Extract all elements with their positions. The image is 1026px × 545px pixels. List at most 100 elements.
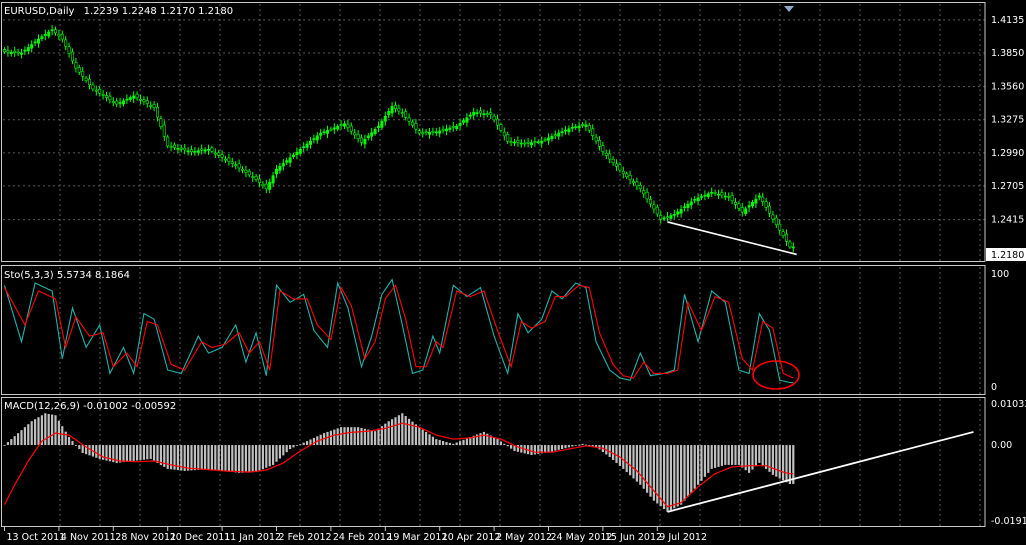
candle-body xyxy=(771,214,775,220)
macd-histogram-bar xyxy=(149,445,152,459)
candle-body xyxy=(230,161,234,164)
macd-histogram-bar xyxy=(122,445,125,463)
candle-body xyxy=(339,124,343,127)
candle-body xyxy=(781,231,785,237)
candle-body xyxy=(156,106,160,118)
macd-histogram-bar xyxy=(642,445,645,489)
candle-body xyxy=(139,98,143,101)
macd-histogram-bar xyxy=(703,445,706,477)
price-tick-label: 1.3850 xyxy=(991,48,1024,59)
macd-histogram-bar xyxy=(561,445,564,450)
candle-body xyxy=(727,196,731,198)
macd-histogram-bar xyxy=(227,445,230,472)
candle-body xyxy=(393,105,397,109)
candle-body xyxy=(475,112,479,114)
macd-histogram-bar xyxy=(329,430,332,446)
candle-body xyxy=(101,94,105,96)
candle-body xyxy=(278,165,282,171)
candle-body xyxy=(241,168,245,171)
macd-histogram-bar xyxy=(666,445,669,512)
candle-body xyxy=(621,170,625,175)
candle-body xyxy=(791,246,795,249)
candle-body xyxy=(261,183,265,187)
candle-body xyxy=(176,148,180,150)
candle-body xyxy=(529,142,533,146)
macd-histogram-bar xyxy=(503,443,506,446)
candle-body xyxy=(274,168,278,175)
macd-histogram-bar xyxy=(788,445,791,485)
macd-histogram-bar xyxy=(700,445,703,481)
candle-body xyxy=(308,140,312,145)
candle-body xyxy=(207,149,211,151)
macd-histogram-bar xyxy=(234,445,237,473)
current-price-label: 1.2180 xyxy=(991,250,1024,261)
candle-body xyxy=(757,195,761,198)
candle-body xyxy=(472,111,476,116)
macd-histogram-bar xyxy=(357,427,360,446)
macd-histogram-bar xyxy=(193,445,196,471)
macd-histogram-bar xyxy=(428,434,431,446)
candle-body xyxy=(169,146,173,148)
macd-histogram-bar xyxy=(136,445,139,461)
candle-body xyxy=(183,147,187,151)
candle-body xyxy=(716,193,720,196)
macd-histogram-bar xyxy=(775,445,778,477)
candle-body xyxy=(71,51,75,62)
candle-body xyxy=(706,193,710,198)
candle-body xyxy=(288,157,292,163)
time-tick-label: 11 Jan 2012 xyxy=(224,532,281,543)
candle-body xyxy=(312,138,316,140)
macd-histogram-bar xyxy=(255,445,258,473)
macd-title: MACD(12,26,9) -0.01002 -0.00592 xyxy=(4,401,176,412)
candle-body xyxy=(553,134,557,136)
candle-body xyxy=(519,142,523,145)
candle-body xyxy=(580,124,584,126)
candle-body xyxy=(710,192,714,194)
candle-body xyxy=(53,29,57,34)
macd-histogram-bar xyxy=(197,445,200,470)
macd-histogram-bar xyxy=(10,439,13,446)
macd-histogram-bar xyxy=(3,445,6,446)
chart-terminal[interactable]: EURUSD,Daily 1.2239 1.2248 1.2170 1.2180… xyxy=(0,0,1026,545)
macd-histogram-bar xyxy=(438,440,441,446)
candle-body xyxy=(424,131,428,134)
macd-histogram-bar xyxy=(51,414,54,446)
macd-histogram-bar xyxy=(68,437,71,446)
candle-body xyxy=(6,50,10,53)
price-tick-label: 1.2990 xyxy=(991,148,1024,159)
candle-body xyxy=(159,118,163,127)
macd-histogram-bar xyxy=(397,415,400,446)
candle-body xyxy=(302,146,306,148)
macd-histogram-bar xyxy=(272,445,275,465)
candle-body xyxy=(597,140,601,147)
candle-body xyxy=(410,121,414,126)
candle-body xyxy=(271,175,275,184)
macd-histogram-bar xyxy=(462,439,465,446)
macd-histogram-bar xyxy=(30,421,33,446)
candle-body xyxy=(444,128,448,132)
candle-body xyxy=(196,150,200,153)
macd-histogram-bar xyxy=(377,428,380,446)
macd-histogram-bar xyxy=(251,445,254,473)
candle-body xyxy=(672,214,676,216)
candle-body xyxy=(217,152,221,156)
candle-body xyxy=(577,125,581,129)
price-tick-label: 1.2705 xyxy=(991,181,1024,192)
macd-histogram-bar xyxy=(778,445,781,479)
macd-histogram-bar xyxy=(418,427,421,446)
macd-histogram-bar xyxy=(404,416,407,446)
candle-body xyxy=(689,201,693,206)
macd-histogram-bar xyxy=(578,444,581,446)
macd-histogram-bar xyxy=(153,445,156,461)
macd-histogram-bar xyxy=(761,445,764,466)
candle-body xyxy=(115,100,119,105)
macd-histogram-bar xyxy=(275,445,278,462)
time-tick-label: 4 Nov 2011 xyxy=(61,532,116,543)
macd-histogram-bar xyxy=(139,445,142,461)
candle-body xyxy=(676,211,680,215)
price-tick-label: 1.4135 xyxy=(991,15,1024,26)
candle-body xyxy=(584,124,588,127)
macd-histogram-bar xyxy=(125,445,128,462)
candle-body xyxy=(200,148,204,151)
candle-body xyxy=(468,114,472,117)
